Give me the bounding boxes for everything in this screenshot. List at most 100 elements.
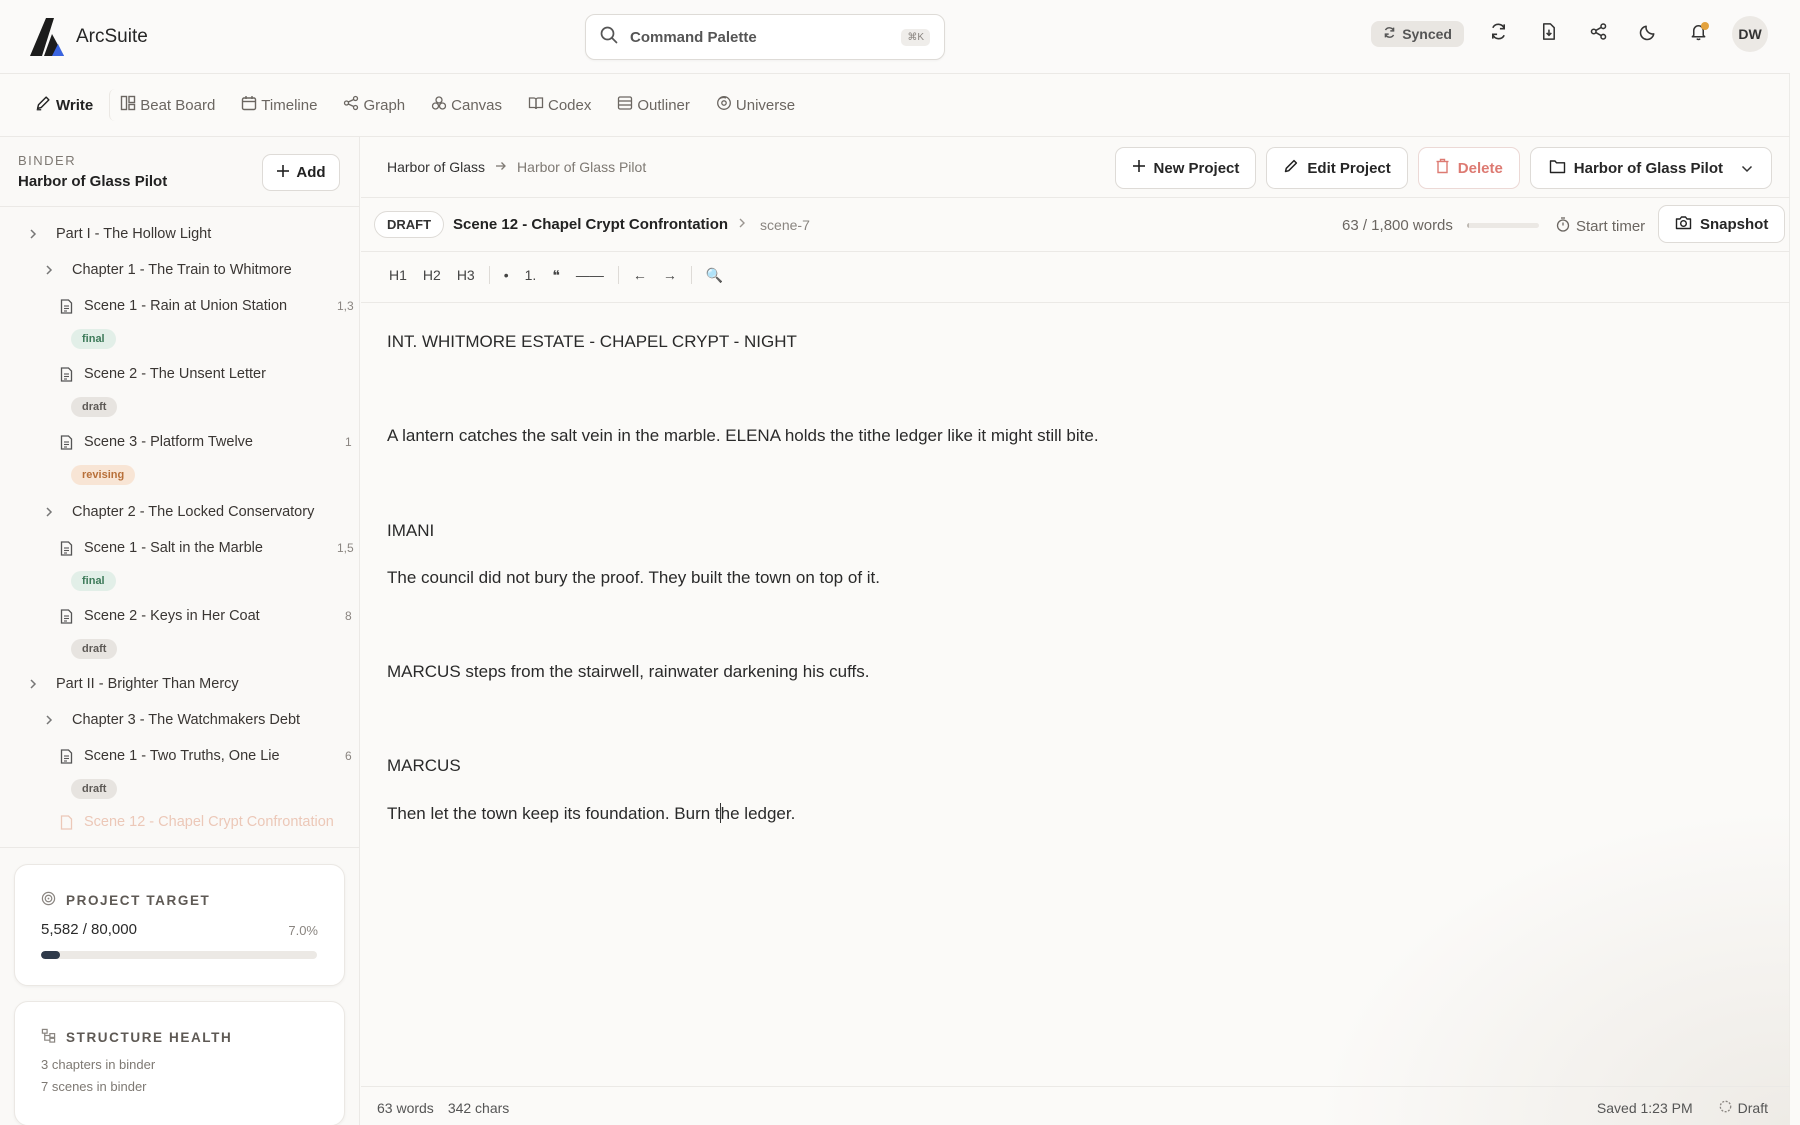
dialogue-line: The council did not bury the proof. They… [387,568,880,587]
delete-button[interactable]: Delete [1417,147,1520,189]
character-cue: MARCUS [387,756,461,775]
chevron-right-icon [28,228,42,240]
binder-scene-item-active[interactable]: Scene 12 - Chapel Crypt Confrontation [60,809,334,835]
theme-toggle-button[interactable] [1632,18,1664,50]
trash-icon [1435,158,1450,178]
binder-chapter-1[interactable]: Chapter 1 - The Train to Whitmore [44,257,292,283]
tab-canvas[interactable]: Canvas [421,89,512,121]
undo-button[interactable]: ← [627,263,653,287]
binder-scene-item[interactable]: Scene 2 - The Unsent Letter [60,361,355,387]
tab-write-label: Write [56,96,94,114]
word-goal-progress-fill [1466,223,1470,228]
word-count: 1,5 [337,541,354,555]
tab-beat-board[interactable]: Beat Board [109,89,225,121]
camera-icon [1675,215,1692,234]
canvas-icon [431,95,447,115]
tab-codex-label: Codex [548,96,592,114]
tab-codex[interactable]: Codex [518,89,601,121]
binder-item-label: Chapter 1 - The Train to Whitmore [72,262,292,278]
app-name: ArcSuite [76,26,148,47]
logo[interactable]: ArcSuite [30,18,148,56]
binder-chapter-2[interactable]: Chapter 2 - The Locked Conservatory [44,499,314,525]
numbered-list-button[interactable]: 1. [519,263,543,287]
document-icon [60,814,74,830]
binder-item-label: Scene 1 - Salt in the Marble [84,540,263,556]
binder-item-label: Scene 1 - Rain at Union Station [84,298,288,314]
scene-title-text[interactable]: Scene 12 - Chapel Crypt Confrontation [453,216,728,233]
chevron-right-icon [44,506,58,518]
quote-button[interactable]: ❝ [546,263,566,288]
heading-3-button[interactable]: H3 [451,263,481,287]
find-button[interactable]: 🔍 [700,263,729,288]
heading-1-button[interactable]: H1 [383,263,413,287]
search-icon [600,26,618,49]
heading-2-button[interactable]: H2 [417,263,447,287]
stopwatch-icon [1556,217,1570,236]
sync-status-badge[interactable]: Synced [1371,21,1464,47]
tab-outliner[interactable]: Outliner [607,89,700,121]
sync-label: Synced [1402,26,1452,42]
background-glow [1310,805,1790,1125]
command-palette[interactable]: Command Palette ⌘K [585,14,945,60]
universe-icon [716,95,732,115]
binder-part-2[interactable]: Part II - Brighter Than Mercy [28,671,239,697]
structure-chapters: 3 chapters in binder [41,1057,156,1072]
start-timer-button[interactable]: Start timer [1556,217,1645,236]
project-select[interactable]: Harbor of Glass Pilot [1529,147,1772,189]
snapshot-button[interactable]: Snapshot [1658,205,1786,243]
binder-scene-item[interactable]: Scene 2 - Keys in Her Coat 8 [60,603,355,629]
binder-divider [0,206,360,207]
binder-chapter-3[interactable]: Chapter 3 - The Watchmakers Debt [44,707,300,733]
horizontal-rule-button[interactable]: —— [570,263,610,287]
new-project-button[interactable]: New Project [1114,147,1257,189]
toolbar-divider [617,266,619,284]
status-badge: final [71,571,116,591]
structure-health-title: STRUCTURE HEALTH [41,1028,232,1046]
breadcrumb-draft[interactable]: Harbor of Glass Pilot [517,159,646,175]
document-icon [60,540,74,556]
word-count: 6 [345,749,352,763]
refresh-button[interactable] [1482,18,1514,50]
binder-scene-item[interactable]: Scene 1 - Salt in the Marble 1,5 [60,535,355,561]
notifications-button[interactable] [1682,18,1714,50]
redo-button[interactable]: → [657,263,683,287]
bullet-list-button[interactable]: • [498,263,515,287]
arrow-right-icon [495,159,507,175]
binder-item-label: Scene 12 - Chapel Crypt Confrontation [84,814,334,830]
tab-timeline[interactable]: Timeline [231,89,327,121]
binder-item-label: Chapter 3 - The Watchmakers Debt [72,712,301,728]
binder-scene-item[interactable]: Scene 3 - Platform Twelve 1 [60,429,355,455]
folder-icon [1549,159,1566,178]
arcsuite-logo-icon [30,18,64,56]
project-target-progress [41,951,317,959]
start-timer-label: Start timer [1576,218,1646,235]
pen-icon [34,94,52,116]
binder-scene-item[interactable]: Scene 1 - Two Truths, One Lie 6 [60,743,355,769]
document-icon [60,434,74,450]
scene-title: Scene 12 - Chapel Crypt Confrontation sc… [453,216,810,233]
tab-graph[interactable]: Graph [333,89,415,121]
export-button[interactable] [1532,18,1564,50]
view-tabs: Write Beat Board Timeline Graph Canvas C… [24,88,805,122]
status-badge: draft [71,779,118,799]
outline-icon [617,95,633,115]
chevron-right-icon [44,264,58,276]
chevron-down-icon [1741,160,1753,177]
document-icon [60,748,74,764]
binder-part-1[interactable]: Part I - The Hollow Light [28,221,211,247]
tab-universe[interactable]: Universe [706,89,805,121]
action-line: MARCUS steps from the stairwell, rainwat… [387,662,870,681]
scene-status-pill[interactable]: DRAFT [374,211,445,238]
binder-item-label: Chapter 2 - The Locked Conservatory [72,504,315,520]
share-button[interactable] [1582,18,1614,50]
add-button[interactable]: Add [262,154,340,191]
breadcrumb-project[interactable]: Harbor of Glass [387,159,485,175]
binder-scene-item[interactable]: Scene 1 - Rain at Union Station 1,3 [60,293,355,319]
char-count-status: 342 chars [447,1100,510,1116]
avatar[interactable]: DW [1732,16,1768,52]
status-badge: draft [71,639,118,659]
pencil-icon [1283,158,1299,178]
target-icon [41,891,56,909]
edit-project-button[interactable]: Edit Project [1266,147,1408,189]
tab-write[interactable]: Write [24,88,103,122]
